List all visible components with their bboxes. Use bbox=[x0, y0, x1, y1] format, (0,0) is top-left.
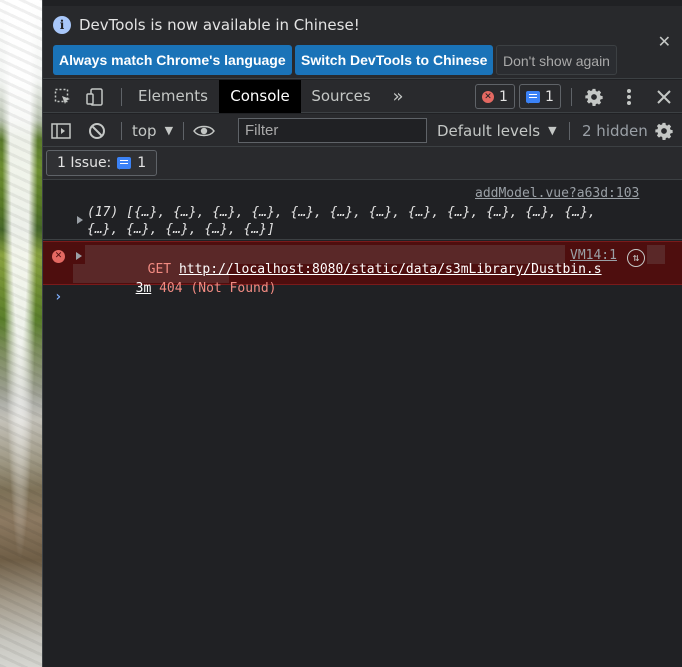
chevron-down-icon: ▼ bbox=[548, 124, 557, 137]
close-devtools-icon[interactable] bbox=[651, 80, 677, 113]
error-source-link[interactable]: VM14:1 bbox=[570, 248, 617, 263]
expand-arrow-icon[interactable] bbox=[76, 252, 82, 260]
error-count-badge[interactable]: ✕ 1 bbox=[475, 84, 515, 109]
console-error-message[interactable]: ✕ GET http://localhost:8080/static/data/… bbox=[43, 241, 682, 296]
device-toolbar-icon[interactable] bbox=[83, 80, 107, 113]
infobar-message: DevTools is now available in Chinese! bbox=[79, 16, 360, 34]
message-icon bbox=[526, 90, 540, 104]
console-settings-gear-icon[interactable] bbox=[655, 114, 673, 147]
language-infobar: i DevTools is now available in Chinese! … bbox=[43, 6, 682, 79]
context-selector[interactable]: top ▼ bbox=[132, 114, 173, 147]
expand-arrow-icon[interactable] bbox=[77, 216, 83, 224]
error-icon: ✕ bbox=[482, 90, 494, 103]
tab-sources[interactable]: Sources bbox=[303, 80, 379, 113]
console-messages: addModel.vue?a63d:103 (17) [{…}, {…}, {…… bbox=[43, 181, 682, 667]
context-label: top bbox=[132, 121, 157, 140]
log-levels-dropdown[interactable]: Default levels ▼ bbox=[437, 114, 557, 147]
console-log-message[interactable]: addModel.vue?a63d:103 (17) [{…}, {…}, {…… bbox=[43, 181, 682, 240]
tab-console[interactable]: Console bbox=[219, 80, 301, 113]
more-tabs-icon[interactable]: » bbox=[383, 80, 413, 113]
error-url-link-continued[interactable]: 3m bbox=[136, 281, 152, 296]
issues-label: 1 Issue: bbox=[57, 155, 112, 171]
issues-bar: 1 Issue: 1 bbox=[43, 147, 682, 180]
match-language-button[interactable]: Always match Chrome's language bbox=[53, 45, 292, 75]
toolbar-separator bbox=[121, 88, 122, 106]
message-count: 1 bbox=[545, 88, 554, 105]
kebab-menu-icon[interactable] bbox=[619, 80, 639, 113]
toolbar-separator bbox=[569, 122, 570, 140]
toolbar-separator bbox=[183, 122, 184, 140]
devtools-panel: i DevTools is now available in Chinese! … bbox=[42, 0, 682, 667]
error-icon: ✕ bbox=[52, 250, 65, 263]
clear-console-icon[interactable] bbox=[88, 114, 106, 147]
hidden-count: 2 hidden bbox=[582, 121, 648, 140]
inspect-element-icon[interactable] bbox=[51, 80, 75, 113]
chevron-down-icon: ▼ bbox=[164, 124, 174, 137]
filter-input[interactable] bbox=[238, 118, 427, 143]
issues-button[interactable]: 1 Issue: 1 bbox=[46, 150, 158, 176]
console-toolbar: top ▼ Default levels ▼ 2 hidden bbox=[43, 114, 682, 147]
info-icon: i bbox=[53, 16, 71, 34]
page-backdrop bbox=[0, 0, 42, 667]
message-count-badge[interactable]: 1 bbox=[519, 84, 561, 109]
switch-chinese-button[interactable]: Switch DevTools to Chinese bbox=[295, 45, 494, 75]
log-array-line1: (17) [{…}, {…}, {…}, {…}, {…}, {…}, {…},… bbox=[87, 205, 596, 220]
issues-count: 1 bbox=[137, 155, 147, 171]
error-highlight bbox=[647, 245, 665, 264]
console-prompt[interactable]: › bbox=[54, 289, 62, 305]
toolbar-separator bbox=[571, 88, 572, 106]
error-count: 1 bbox=[499, 88, 508, 105]
eye-icon[interactable] bbox=[193, 114, 215, 147]
dont-show-again-button[interactable]: Don't show again bbox=[496, 45, 617, 75]
log-array-line2: {…}, {…}, {…}, {…}, {…}] bbox=[87, 222, 275, 237]
sidebar-toggle-icon[interactable] bbox=[51, 114, 71, 147]
log-levels-label: Default levels bbox=[437, 121, 541, 140]
network-request-icon[interactable]: ⇅ bbox=[627, 249, 645, 267]
toolbar-separator bbox=[121, 122, 122, 140]
tab-elements[interactable]: Elements bbox=[129, 80, 217, 113]
close-icon[interactable]: ✕ bbox=[658, 32, 671, 51]
error-status: 404 (Not Found) bbox=[151, 281, 277, 296]
log-source-link[interactable]: addModel.vue?a63d:103 bbox=[475, 186, 639, 201]
gear-icon[interactable] bbox=[581, 80, 607, 113]
issue-message-icon bbox=[117, 157, 132, 170]
main-tabbar: Elements Console Sources » ✕ 1 1 bbox=[43, 80, 682, 113]
